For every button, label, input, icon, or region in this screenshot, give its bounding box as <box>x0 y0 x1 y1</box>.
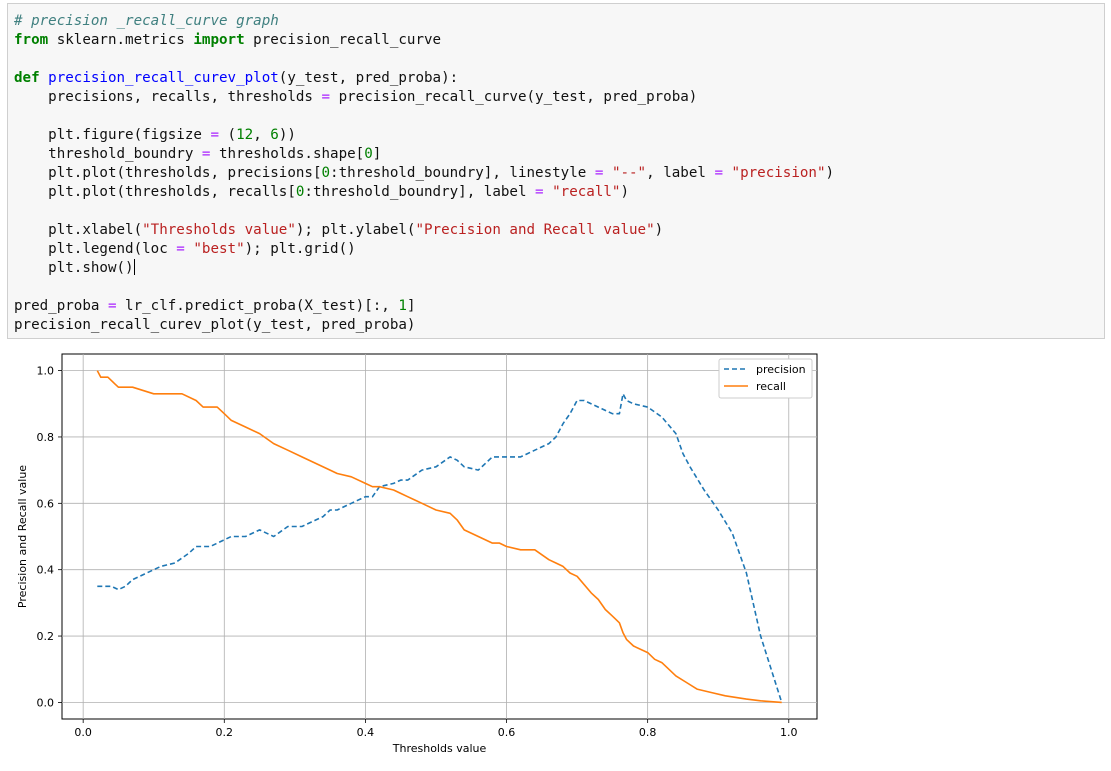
code-editor[interactable]: # precision _recall_curve graph from skle… <box>14 12 834 335</box>
code-token: "precision" <box>731 165 826 181</box>
code-token: "--" <box>611 165 647 181</box>
code-line: pred_proba = lr_clf.predict_proba(X_test… <box>14 297 834 316</box>
code-token: , <box>253 127 271 143</box>
code-token: :threshold_boundry], linestyle <box>330 165 595 181</box>
code-token: , label <box>646 165 715 181</box>
code-token: pred_proba <box>14 298 108 314</box>
x-tick-label: 0.0 <box>74 726 92 739</box>
x-tick-label: 0.8 <box>639 726 657 739</box>
code-token: ); plt.grid() <box>244 241 356 257</box>
code-token: plt.plot(thresholds, precisions[ <box>14 165 322 181</box>
code-token: "recall" <box>552 184 621 200</box>
code-token: from <box>14 32 49 48</box>
code-token: ) <box>825 165 835 181</box>
code-line: plt.plot(thresholds, precisions[0:thresh… <box>14 164 834 183</box>
legend: precision recall <box>718 358 813 399</box>
code-token: = <box>107 298 117 314</box>
code-token: = <box>176 241 185 257</box>
code-token: precision_recall_curev_plot(y_test, pred… <box>14 317 416 333</box>
code-token: 0 <box>321 165 331 181</box>
code-token: sklearn.metrics <box>48 32 194 48</box>
code-line: threshold_boundry = thresholds.shape[0] <box>14 145 834 164</box>
code-token: threshold_boundry <box>14 146 202 162</box>
code-line: precision_recall_curev_plot(y_test, pred… <box>14 316 834 335</box>
cell-output: 0.0 0.2 0.4 0.6 0.8 1.0 0.0 0.2 0.4 0.6 0.8 1.0 Thr… <box>0 342 1111 766</box>
code-line: plt.xlabel("Thresholds value"); plt.ylab… <box>14 221 834 240</box>
code-token: ] <box>406 298 416 314</box>
code-token: = <box>321 89 331 105</box>
code-token: thresholds.shape[ <box>210 146 365 162</box>
text-cursor <box>133 259 135 275</box>
x-tick-label: 0.2 <box>216 726 234 739</box>
code-token: 1 <box>398 298 407 314</box>
x-tick-label: 1.0 <box>780 726 798 739</box>
code-token: plt.plot(thresholds, recalls[ <box>14 184 296 200</box>
code-token: plt.figure(figsize <box>14 127 211 143</box>
code-token: precision_recall_curve(y_test, pred_prob… <box>330 89 698 105</box>
code-token: ) <box>620 184 630 200</box>
code-token: = <box>210 127 220 143</box>
code-token: ( <box>219 127 237 143</box>
code-line: # precision _recall_curve graph <box>14 12 834 31</box>
y-tick-label: 0.0 <box>37 696 55 709</box>
y-tick-label: 1.0 <box>37 365 55 378</box>
code-line: from sklearn.metrics import precision_re… <box>14 31 834 50</box>
code-line: plt.legend(loc = "best"); plt.grid() <box>14 240 834 259</box>
code-token: lr_clf.predict_proba(X_test)[:, <box>116 298 399 314</box>
y-tick-label: 0.8 <box>37 431 55 444</box>
code-token: # precision _recall_curve graph <box>14 13 279 29</box>
y-tick-label: 0.4 <box>37 564 55 577</box>
x-tick-label: 0.4 <box>357 726 375 739</box>
x-axis-label: Thresholds value <box>392 742 487 755</box>
legend-recall-label: recall <box>756 380 786 393</box>
code-token: def <box>14 70 40 86</box>
code-token: ); plt.ylabel( <box>295 222 416 238</box>
code-token: = <box>714 165 723 181</box>
precision-recall-chart: 0.0 0.2 0.4 0.6 0.8 1.0 0.0 0.2 0.4 0.6 0.8 1.0 Thr… <box>16 353 818 755</box>
code-token: 0 <box>364 146 373 162</box>
code-token: = <box>535 184 544 200</box>
plot-area <box>61 353 818 720</box>
code-line: precisions, recalls, thresholds = precis… <box>14 88 834 107</box>
code-line: def precision_recall_curev_plot(y_test, … <box>14 69 834 88</box>
code-token: "Precision and Recall value" <box>415 222 655 238</box>
code-token: plt.xlabel( <box>14 222 143 238</box>
code-token: "Thresholds value" <box>142 222 296 238</box>
code-token: precision_recall_curve <box>244 32 442 48</box>
code-token: "best" <box>193 241 245 257</box>
legend-precision-label: precision <box>756 363 806 376</box>
y-tick-label: 0.2 <box>37 630 55 643</box>
code-token: plt.show() <box>14 260 134 276</box>
code-line: plt.show() <box>14 259 834 278</box>
code-token: 12 <box>236 127 254 143</box>
y-tick-label: 0.6 <box>37 497 55 510</box>
code-token: import <box>193 32 245 48</box>
y-axis-label: Precision and Recall value <box>16 465 29 608</box>
code-line: plt.plot(thresholds, recalls[0:threshold… <box>14 183 834 202</box>
code-token: plt.legend(loc <box>14 241 177 257</box>
code-token: 6 <box>270 127 279 143</box>
x-tick-label: 0.6 <box>498 726 516 739</box>
code-cell[interactable]: # precision _recall_curve graph from skle… <box>7 3 1105 339</box>
code-token: ) <box>654 222 664 238</box>
code-token: (y_test, pred_proba): <box>278 70 459 86</box>
code-token: ] <box>372 146 382 162</box>
code-token: precisions, recalls, thresholds <box>14 89 322 105</box>
code-line: plt.figure(figsize = (12, 6)) <box>14 126 834 145</box>
code-token: :threshold_boundry], label <box>304 184 536 200</box>
code-token: precision_recall_curev_plot <box>48 70 279 86</box>
code-token: )) <box>278 127 296 143</box>
